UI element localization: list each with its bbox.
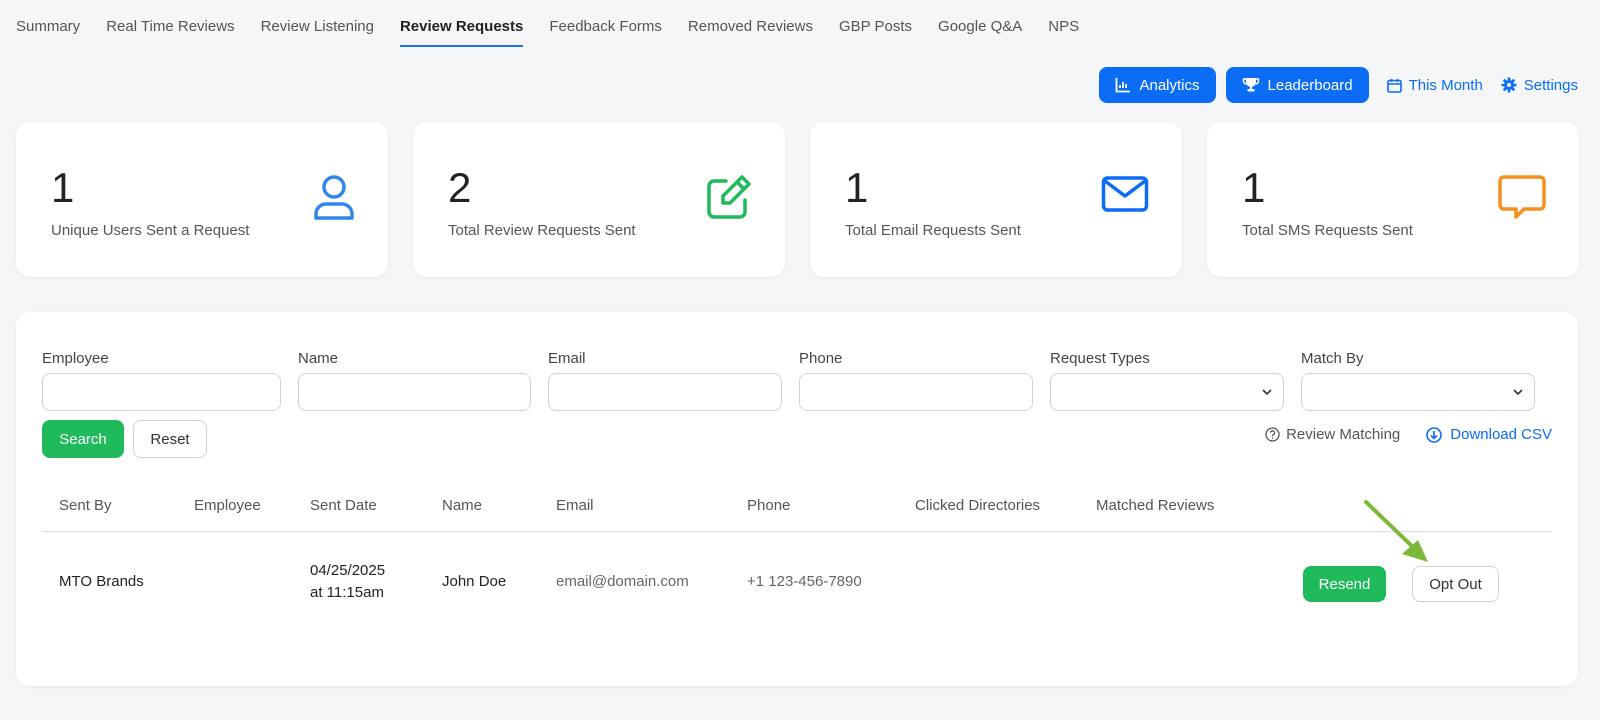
chevron-down-icon xyxy=(1512,385,1524,401)
filter-match-by: Match By xyxy=(1301,350,1535,411)
stat-label: Unique Users Sent a Request xyxy=(51,222,250,239)
filter-bar: Employee Name Email Phone Request Types xyxy=(42,350,1535,411)
name-label: Name xyxy=(298,350,339,367)
settings-link[interactable]: Settings xyxy=(1501,77,1578,94)
tab-feedback-forms[interactable]: Feedback Forms xyxy=(549,18,662,47)
stat-value: 1 xyxy=(1242,164,1266,211)
stat-label: Total Email Requests Sent xyxy=(845,222,1021,239)
email-input[interactable] xyxy=(548,373,782,411)
review-requests-panel: Employee Name Email Phone Request Types xyxy=(16,312,1578,686)
download-csv-label: Download CSV xyxy=(1450,426,1552,443)
request-types-select[interactable] xyxy=(1050,373,1284,411)
table-header: Sent By Employee Sent Date Name Email Ph… xyxy=(42,492,1552,532)
leaderboard-button[interactable]: Leaderboard xyxy=(1225,67,1369,103)
tab-removed-reviews[interactable]: Removed Reviews xyxy=(688,18,813,47)
phone-cell: +1 123-456-7890 xyxy=(747,573,862,590)
user-icon xyxy=(313,174,355,225)
filter-email: Email xyxy=(548,350,782,411)
nav-tabs: Summary Real Time Reviews Review Listeni… xyxy=(16,18,1079,47)
annotation-arrow-icon xyxy=(1364,500,1428,562)
stat-card-unique-users: 1 Unique Users Sent a Request xyxy=(16,122,388,277)
bar-chart-icon xyxy=(1115,77,1131,93)
calendar-icon xyxy=(1386,78,1402,93)
request-types-label: Request Types xyxy=(1050,350,1150,367)
phone-label: Phone xyxy=(799,350,843,367)
column-header: Sent Date xyxy=(310,497,377,514)
tab-review-listening[interactable]: Review Listening xyxy=(261,18,374,47)
trophy-icon xyxy=(1242,77,1260,93)
envelope-icon xyxy=(1101,174,1149,219)
table-row: MTO Brands 04/25/2025 at 11:15am John Do… xyxy=(42,552,1552,612)
chat-bubble-icon xyxy=(1498,174,1546,225)
filter-request-types: Request Types xyxy=(1050,350,1284,411)
match-by-select[interactable] xyxy=(1301,373,1535,411)
stat-value: 1 xyxy=(51,164,75,211)
stat-card-total-review-requests: 2 Total Review Requests Sent xyxy=(413,122,785,277)
employee-label: Employee xyxy=(42,350,109,367)
stat-card-total-sms-requests: 1 Total SMS Requests Sent xyxy=(1207,122,1579,277)
period-selector[interactable]: This Month xyxy=(1386,76,1483,94)
phone-input[interactable] xyxy=(799,373,1033,411)
filter-employee: Employee xyxy=(42,350,281,411)
column-header: Sent By xyxy=(59,497,112,514)
stat-label: Total SMS Requests Sent xyxy=(1242,222,1413,239)
stat-value: 1 xyxy=(845,164,869,211)
sent-date-cell-time: at 11:15am xyxy=(310,584,384,601)
settings-label: Settings xyxy=(1523,76,1578,94)
email-label: Email xyxy=(548,350,586,367)
tab-review-requests[interactable]: Review Requests xyxy=(399,18,524,47)
email-cell: email@domain.com xyxy=(556,573,689,590)
chevron-down-icon xyxy=(1261,385,1273,401)
leaderboard-label: Leaderboard xyxy=(1267,76,1353,94)
column-header: Employee xyxy=(194,497,261,514)
tab-summary[interactable]: Summary xyxy=(16,18,80,47)
edit-icon xyxy=(706,174,752,225)
sent-date-cell-date: 04/25/2025 xyxy=(310,562,386,579)
column-header: Name xyxy=(442,497,483,514)
tab-nps[interactable]: NPS xyxy=(1048,18,1079,47)
analytics-label: Analytics xyxy=(1139,76,1200,94)
action-bar: Analytics Leaderboard This Month Setting… xyxy=(1099,67,1578,103)
analytics-button[interactable]: Analytics xyxy=(1099,67,1216,103)
sent-by-cell: MTO Brands xyxy=(59,573,144,590)
stat-card-total-email-requests: 1 Total Email Requests Sent xyxy=(810,122,1182,277)
column-header: Phone xyxy=(747,497,791,514)
stat-cards: 1 Unique Users Sent a Request 2 Total Re… xyxy=(16,122,1579,277)
download-csv-link[interactable]: Download CSV xyxy=(1426,426,1552,443)
filter-name: Name xyxy=(298,350,531,411)
tab-google-qa[interactable]: Google Q&A xyxy=(938,18,1022,47)
employee-input[interactable] xyxy=(42,373,281,411)
tab-real-time-reviews[interactable]: Real Time Reviews xyxy=(106,18,234,47)
search-button[interactable]: Search xyxy=(42,420,124,458)
gear-icon xyxy=(1501,77,1517,93)
name-cell: John Doe xyxy=(442,573,507,590)
tab-gbp-posts[interactable]: GBP Posts xyxy=(839,18,912,47)
filter-phone: Phone xyxy=(799,350,1033,411)
review-matching-link[interactable]: Review Matching xyxy=(1265,426,1400,443)
stat-label: Total Review Requests Sent xyxy=(448,222,636,239)
table-tools: Review Matching Download CSV xyxy=(1265,426,1552,443)
period-label: This Month xyxy=(1408,76,1483,94)
download-icon xyxy=(1426,426,1443,443)
column-header: Matched Reviews xyxy=(1096,497,1215,514)
column-header: Clicked Directories xyxy=(915,497,1041,514)
name-input[interactable] xyxy=(298,373,531,411)
stat-value: 2 xyxy=(448,164,472,211)
reset-button[interactable]: Reset xyxy=(133,420,207,458)
column-header: Email xyxy=(556,497,594,514)
review-matching-label: Review Matching xyxy=(1286,426,1401,443)
match-by-label: Match By xyxy=(1301,350,1364,367)
question-circle-icon xyxy=(1265,427,1280,442)
search-actions: Search Reset xyxy=(42,420,207,458)
